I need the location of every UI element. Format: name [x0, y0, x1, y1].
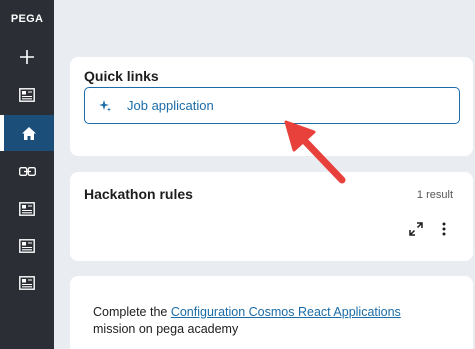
mission-text-suffix: mission on pega academy: [93, 322, 239, 336]
quick-links-title: Quick links: [84, 68, 159, 84]
hackathon-rules-title: Hackathon rules: [84, 186, 193, 202]
quick-link-job-application[interactable]: Job application: [84, 87, 460, 124]
result-count: 1 result: [416, 189, 453, 201]
plus-icon: [20, 50, 34, 64]
sidebar-item-document-4[interactable]: [0, 265, 54, 301]
document-icon: [19, 276, 35, 290]
sidebar-item-create[interactable]: [0, 39, 54, 75]
home-icon: [22, 126, 36, 140]
mission-text-prefix: Complete the: [93, 305, 171, 319]
pega-logo: PEGA: [10, 13, 44, 25]
link-icon: [18, 166, 36, 176]
hackathon-rules-card: Hackathon rules 1 result: [70, 172, 473, 261]
annotation-arrow-icon: [284, 120, 346, 184]
expand-icon[interactable]: [409, 222, 423, 236]
sidebar-item-document-3[interactable]: [0, 228, 54, 264]
quick-link-label: Job application: [127, 98, 214, 113]
app-sidebar: PEGA: [0, 0, 54, 349]
sparkle-icon: [99, 100, 111, 112]
document-icon: [19, 88, 35, 102]
mission-card: Complete the Configuration Cosmos React …: [70, 276, 473, 349]
sidebar-item-document-1[interactable]: [0, 77, 54, 113]
sidebar-item-document-2[interactable]: [0, 191, 54, 227]
document-icon: [19, 202, 35, 216]
sidebar-item-link[interactable]: [0, 153, 54, 189]
more-vertical-icon[interactable]: [442, 222, 446, 236]
sidebar-item-home[interactable]: [0, 115, 54, 151]
quick-links-card: Quick links Job application: [70, 57, 473, 156]
document-icon: [19, 239, 35, 253]
mission-text: Complete the Configuration Cosmos React …: [93, 304, 453, 338]
configuration-cosmos-link[interactable]: Configuration Cosmos React Applications: [171, 305, 401, 319]
